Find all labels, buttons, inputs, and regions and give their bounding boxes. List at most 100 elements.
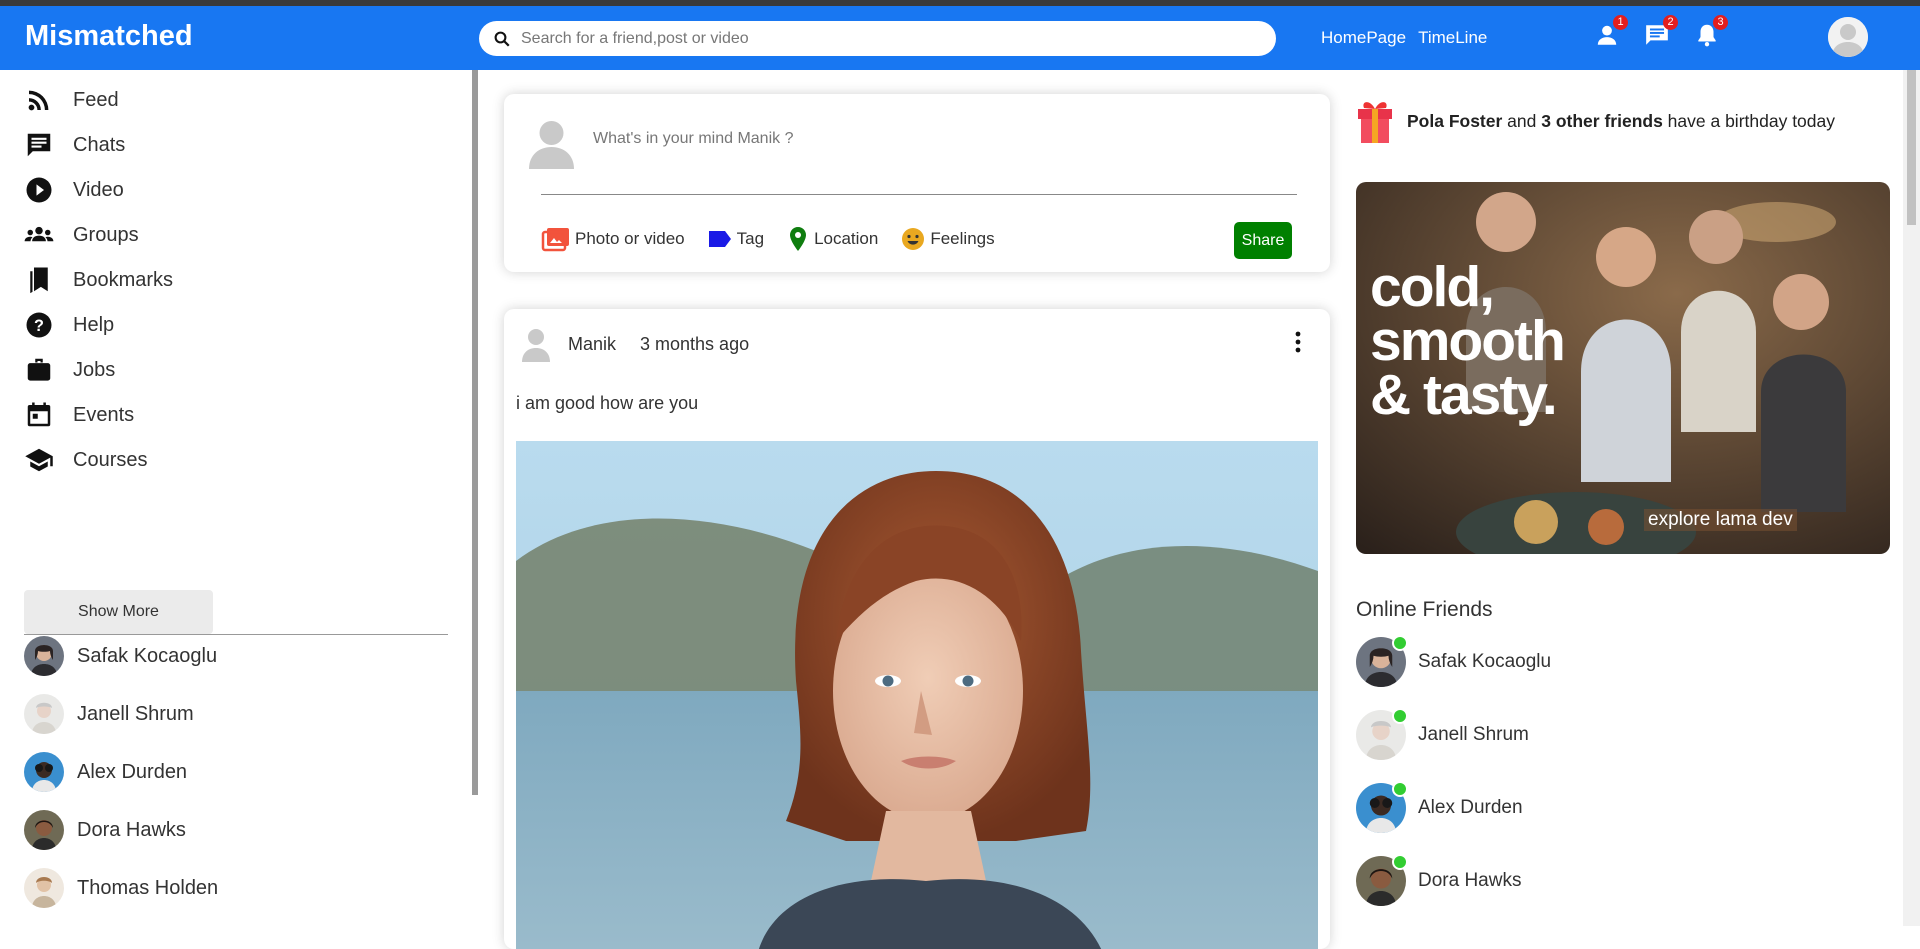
alerts-badge: 3	[1713, 15, 1728, 30]
friend-item[interactable]: Janell Shrum	[24, 694, 194, 734]
profile-avatar[interactable]	[1828, 17, 1868, 57]
more-vert-icon[interactable]	[1294, 331, 1302, 353]
friend-item[interactable]: Dora Hawks	[24, 810, 186, 850]
user-placeholder-icon	[1828, 17, 1868, 57]
sidebar-item-groups[interactable]: Groups	[24, 220, 139, 250]
friend-requests-button[interactable]: 1	[1594, 15, 1628, 48]
nav-links: HomePage TimeLine	[1321, 28, 1487, 48]
sidebar-item-label: Help	[73, 313, 115, 336]
share-input[interactable]	[593, 130, 1193, 148]
share-option-label: Feelings	[930, 229, 995, 248]
sidebar-item-events[interactable]: Events	[24, 400, 134, 430]
friend-avatar	[24, 694, 64, 734]
share-divider	[541, 194, 1297, 195]
online-friend-avatar-wrap	[1356, 854, 1408, 906]
smiley-icon	[902, 228, 925, 250]
search-bar[interactable]	[479, 21, 1276, 56]
sidebar-item-label: Chats	[73, 133, 126, 156]
show-more-button[interactable]: Show More	[24, 590, 213, 634]
sidebar-item-chats[interactable]: Chats	[24, 130, 125, 160]
share-button[interactable]: Share	[1234, 222, 1292, 259]
birthday-text: Pola Foster and 3 other friends have a b…	[1407, 111, 1835, 132]
online-friend-item[interactable]: Alex Durden	[1356, 781, 1523, 833]
ad-banner[interactable]: cold, smooth & tasty. explore lama dev	[1356, 182, 1890, 554]
ad-headline-line3: & tasty.	[1370, 363, 1558, 427]
online-friend-name: Janell Shrum	[1418, 724, 1529, 745]
share-options: Photo or video Tag Location Feelings	[541, 226, 1017, 252]
friend-name: Dora Hawks	[77, 818, 186, 841]
groups-icon	[24, 226, 54, 242]
page-scrollbar-thumb[interactable]	[1907, 70, 1916, 225]
online-friend-avatar-wrap	[1356, 781, 1408, 833]
messages-button[interactable]: 2	[1644, 15, 1678, 48]
online-friend-name: Alex Durden	[1418, 797, 1523, 818]
share-option-tag[interactable]: Tag	[707, 228, 764, 250]
photo-library-icon	[541, 228, 569, 252]
post-text: i am good how are you	[516, 393, 699, 413]
ad-headline-line2: smooth	[1370, 309, 1566, 373]
post-card: Manik 3 months ago i am good how are you	[504, 309, 1330, 949]
online-status-dot	[1392, 854, 1408, 870]
friend-item[interactable]: Thomas Holden	[24, 868, 218, 908]
friend-avatar	[24, 868, 64, 908]
birthday-notice: Pola Foster and 3 other friends have a b…	[1355, 97, 1835, 145]
online-friend-name: Safak Kocaoglu	[1418, 651, 1552, 672]
calendar-icon	[27, 402, 51, 427]
ad-cta[interactable]: explore lama dev	[1644, 509, 1797, 531]
gift-icon	[1358, 102, 1392, 143]
sidebar-item-courses[interactable]: Courses	[24, 445, 147, 475]
online-status-dot	[1392, 708, 1408, 724]
sidebar-item-label: Courses	[73, 448, 148, 471]
nav-link-timeline[interactable]: TimeLine	[1418, 28, 1487, 48]
sidebar-item-bookmarks[interactable]: Bookmarks	[24, 265, 173, 295]
bookmarks-icon	[30, 267, 48, 294]
graduation-cap-icon	[25, 448, 53, 472]
online-status-dot	[1392, 635, 1408, 651]
help-icon: ?	[26, 312, 52, 338]
sidebar-item-video[interactable]: Video	[24, 175, 124, 205]
online-friend-item[interactable]: Safak Kocaoglu	[1356, 635, 1552, 687]
share-option-feelings[interactable]: Feelings	[900, 226, 995, 252]
birthday-others: 3 other friends	[1541, 110, 1663, 131]
share-option-label: Location	[814, 229, 879, 248]
right-sidebar: Pola Foster and 3 other friends have a b…	[1330, 70, 1903, 926]
online-friend-item[interactable]: Dora Hawks	[1356, 854, 1522, 906]
friend-item[interactable]: Alex Durden	[24, 752, 187, 792]
sidebar-item-help[interactable]: ? Help	[24, 310, 114, 340]
nav-link-homepage[interactable]: HomePage	[1321, 28, 1406, 48]
ad-headline: cold, smooth & tasty.	[1370, 259, 1566, 427]
user-placeholder-icon	[529, 121, 574, 169]
post-time: 3 months ago	[640, 333, 750, 354]
friend-avatar	[24, 810, 64, 850]
notification-icons: 1 2 3	[1594, 15, 1728, 48]
svg-text:?: ?	[34, 317, 44, 335]
birthday-name: Pola Foster	[1407, 110, 1503, 131]
birthday-mid: and	[1502, 110, 1542, 131]
online-friend-name: Dora Hawks	[1418, 870, 1522, 891]
friend-name: Alex Durden	[77, 760, 188, 783]
search-input[interactable]	[521, 29, 1261, 48]
post-image	[516, 441, 1318, 949]
rss-icon	[28, 90, 49, 111]
messages-badge: 2	[1663, 15, 1678, 30]
online-friend-item[interactable]: Janell Shrum	[1356, 708, 1529, 760]
sidebar-item-feed[interactable]: Feed	[24, 85, 119, 115]
share-box: Photo or video Tag Location Feelings Sha…	[504, 94, 1330, 272]
alerts-button[interactable]: 3	[1694, 15, 1728, 48]
sidebar-scrollbar[interactable]	[472, 70, 478, 795]
online-status-dot	[1392, 781, 1408, 797]
sidebar-item-jobs[interactable]: Jobs	[24, 355, 115, 385]
app-logo[interactable]: Mismatched	[25, 20, 193, 53]
page-scrollbar[interactable]	[1903, 70, 1920, 926]
friend-name: Thomas Holden	[77, 876, 219, 899]
friend-name: Safak Kocaoglu	[77, 644, 218, 667]
user-placeholder-icon	[522, 329, 550, 362]
friend-item[interactable]: Safak Kocaoglu	[24, 636, 217, 676]
top-navbar: Mismatched HomePage TimeLine 1 2 3	[0, 6, 1920, 70]
left-sidebar: Feed Chats Video Groups Bookmarks ? Help…	[0, 70, 478, 926]
share-option-photo[interactable]: Photo or video	[541, 226, 685, 252]
online-friends-title: Online Friends	[1356, 598, 1493, 621]
share-option-location[interactable]: Location	[786, 226, 878, 252]
online-friend-avatar-wrap	[1356, 708, 1408, 760]
post-author[interactable]: Manik	[568, 334, 616, 355]
